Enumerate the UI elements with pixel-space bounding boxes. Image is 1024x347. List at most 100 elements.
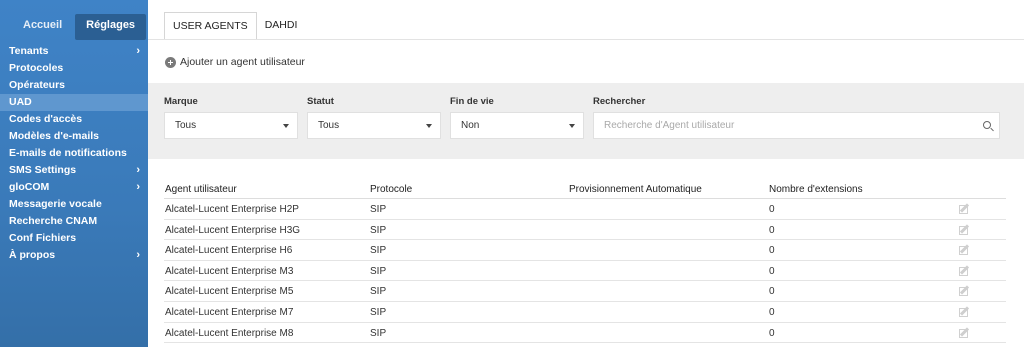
filter-status-label: Statut — [307, 96, 334, 107]
sidebar-item-glocom[interactable]: gloCOM › — [0, 179, 148, 196]
sidebar-item-label: Tenants — [9, 45, 49, 57]
edit-icon[interactable] — [959, 285, 971, 297]
cell-protocol: SIP — [370, 245, 387, 257]
edit-icon[interactable] — [959, 223, 971, 235]
cell-protocol: SIP — [370, 327, 387, 339]
table-row[interactable]: Alcatel-Lucent Enterprise M3 SIP 0 — [164, 261, 1006, 282]
brand-select[interactable]: Tous — [164, 112, 298, 139]
table-body: Alcatel-Lucent Enterprise H2P SIP 0 Alcatel… — [164, 199, 1006, 344]
chevron-right-icon: › — [136, 45, 140, 57]
caret-down-icon — [426, 124, 432, 128]
sidebar-item-conf-fichiers[interactable]: Conf Fichiers — [0, 230, 148, 247]
table-row[interactable]: Alcatel-Lucent Enterprise H2P SIP 0 — [164, 199, 1006, 220]
edit-icon[interactable] — [959, 306, 971, 317]
search-box — [593, 112, 1000, 139]
sidebar-item-sms-settings[interactable]: SMS Settings › — [0, 162, 148, 179]
cell-protocol: SIP — [370, 224, 387, 236]
cell-agent: Alcatel-Lucent Enterprise M7 — [165, 306, 294, 318]
cell-extensions: 0 — [769, 224, 775, 236]
sidebar-item-emails-notifications[interactable]: E-mails de notifications — [0, 145, 148, 162]
sidebar-item-label: Messagerie vocale — [9, 198, 102, 210]
cell-extensions: 0 — [769, 306, 775, 318]
edit-icon[interactable] — [959, 244, 971, 256]
brand-select-value: Tous — [175, 120, 197, 131]
search-input[interactable] — [594, 113, 974, 138]
sidebar-item-label: E-mails de notifications — [9, 147, 127, 159]
sidebar-tab-reglages[interactable]: Réglages — [75, 14, 147, 40]
sidebar-item-label: Recherche CNAM — [9, 215, 98, 227]
chevron-right-icon: › — [136, 181, 140, 193]
table-row[interactable]: Alcatel-Lucent Enterprise M5 SIP 0 — [164, 281, 1006, 302]
cell-agent: Alcatel-Lucent Enterprise H2P — [165, 204, 299, 215]
sidebar-item-a-propos[interactable]: À propos › — [0, 247, 148, 264]
tab-divider — [148, 39, 1024, 40]
cell-agent: Alcatel-Lucent Enterprise M8 — [165, 327, 294, 339]
column-header-protocol: Protocole — [370, 184, 413, 195]
cell-extensions: 0 — [769, 286, 775, 298]
caret-down-icon — [569, 124, 575, 128]
sidebar-item-label: À propos — [9, 249, 56, 261]
edit-icon[interactable] — [959, 265, 971, 276]
table-header: Agent utilisateur Protocole Provisionnem… — [164, 179, 1006, 199]
tab-dahdi[interactable]: DAHDI — [257, 12, 306, 40]
filter-search-label: Rechercher — [593, 96, 646, 107]
filter-eol: Fin de vie Non — [450, 96, 584, 139]
app-root: Accueil Réglages Tenants › Protocoles Opé… — [0, 0, 1024, 347]
sidebar-item-label: UAD — [9, 96, 32, 108]
sidebar: Accueil Réglages Tenants › Protocoles Opé… — [0, 0, 148, 347]
edit-icon[interactable] — [959, 326, 971, 338]
edit-icon[interactable] — [959, 203, 971, 214]
chevron-right-icon: › — [136, 164, 140, 176]
add-user-agent-label: Ajouter un agent utilisateur — [180, 56, 305, 68]
filter-eol-label: Fin de vie — [450, 96, 494, 107]
column-header-agent: Agent utilisateur — [165, 184, 237, 195]
sidebar-item-protocoles[interactable]: Protocoles — [0, 60, 148, 77]
cell-agent: Alcatel-Lucent Enterprise H3G — [165, 224, 301, 236]
sidebar-tab-accueil[interactable]: Accueil — [12, 14, 73, 40]
sidebar-item-messagerie-vocale[interactable]: Messagerie vocale — [0, 196, 148, 213]
caret-down-icon — [283, 124, 289, 128]
status-select[interactable]: Tous — [307, 112, 441, 139]
cell-extensions: 0 — [769, 204, 775, 215]
tab-bar: USER AGENTS DAHDI — [164, 12, 305, 40]
cell-protocol: SIP — [370, 265, 387, 277]
sidebar-item-label: SMS Settings — [9, 164, 77, 176]
cell-protocol: SIP — [370, 204, 387, 215]
column-header-auto-provisioning: Provisionnement Automatique — [569, 184, 702, 195]
sidebar-menu: Tenants › Protocoles Opérateurs UAD Codes… — [0, 43, 148, 264]
cell-extensions: 0 — [769, 327, 775, 339]
filter-brand-label: Marque — [164, 96, 198, 107]
search-icon[interactable] — [983, 121, 991, 129]
sidebar-item-label: gloCOM — [9, 181, 50, 193]
sidebar-item-recherche-cnam[interactable]: Recherche CNAM — [0, 213, 148, 230]
status-select-value: Tous — [318, 120, 340, 131]
add-user-agent-button[interactable]: Ajouter un agent utilisateur — [165, 56, 305, 68]
tab-user-agents[interactable]: USER AGENTS — [164, 12, 257, 40]
sidebar-item-label: Conf Fichiers — [9, 232, 77, 244]
cell-agent: Alcatel-Lucent Enterprise H6 — [165, 245, 293, 257]
eol-select-value: Non — [461, 120, 480, 131]
cell-protocol: SIP — [370, 306, 387, 318]
filter-brand: Marque Tous — [164, 96, 298, 139]
eol-select[interactable]: Non — [450, 112, 584, 139]
cell-extensions: 0 — [769, 245, 775, 257]
sidebar-item-modeles-emails[interactable]: Modèles d'e-mails — [0, 128, 148, 145]
filter-status: Statut Tous — [307, 96, 441, 139]
sidebar-item-label: Modèles d'e-mails — [9, 130, 100, 142]
sidebar-item-label: Opérateurs — [9, 79, 66, 91]
user-agents-table: Agent utilisateur Protocole Provisionnem… — [164, 179, 1006, 344]
table-row[interactable]: Alcatel-Lucent Enterprise M7 SIP 0 — [164, 302, 1006, 323]
sidebar-item-codes-acces[interactable]: Codes d'accès — [0, 111, 148, 128]
sidebar-item-label: Codes d'accès — [9, 113, 83, 125]
sidebar-tabs: Accueil Réglages — [0, 0, 148, 40]
plus-circle-icon — [165, 56, 176, 68]
table-row[interactable]: Alcatel-Lucent Enterprise H6 SIP 0 — [164, 240, 1006, 261]
chevron-right-icon: › — [136, 249, 140, 261]
sidebar-item-tenants[interactable]: Tenants › — [0, 43, 148, 60]
table-row[interactable]: Alcatel-Lucent Enterprise H3G SIP 0 — [164, 220, 1006, 241]
table-row[interactable]: Alcatel-Lucent Enterprise M8 SIP 0 — [164, 323, 1006, 344]
sidebar-item-uad[interactable]: UAD — [0, 94, 148, 111]
sidebar-item-label: Protocoles — [9, 62, 64, 74]
sidebar-item-operateurs[interactable]: Opérateurs — [0, 77, 148, 94]
main-content: USER AGENTS DAHDI Ajouter un agent utili… — [148, 0, 1024, 347]
